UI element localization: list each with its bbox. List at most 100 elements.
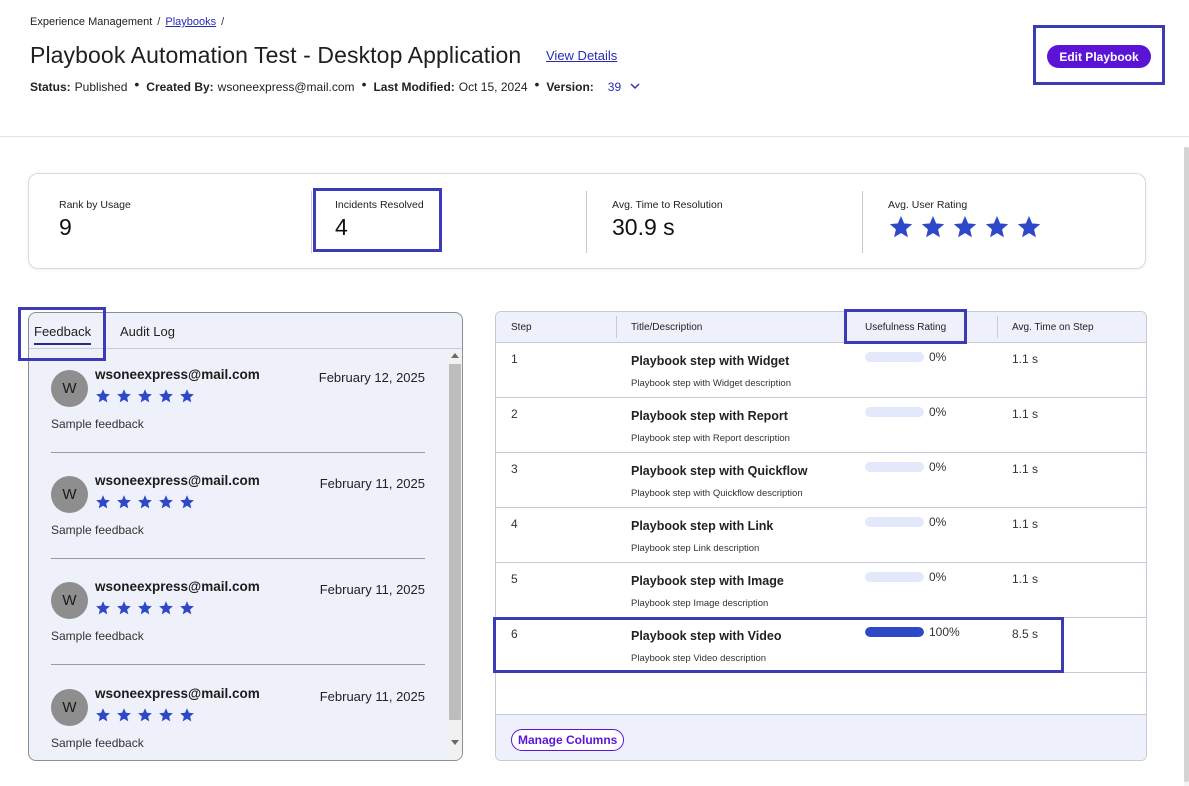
star-icon bbox=[180, 708, 194, 722]
steps-table-footer: Manage Columns bbox=[496, 714, 1146, 760]
step-description: Playbook step Link description bbox=[631, 543, 760, 554]
star-icon bbox=[96, 601, 110, 615]
playbook-meta: Status: Published • Created By: wsoneexp… bbox=[30, 76, 641, 94]
star-icon bbox=[117, 708, 131, 722]
video-step-highlight bbox=[493, 617, 1064, 673]
usefulness-percent: 0% bbox=[929, 350, 947, 364]
usefulness-bar bbox=[865, 572, 924, 582]
breadcrumb-root: Experience Management bbox=[30, 16, 153, 28]
edit-playbook-button[interactable]: Edit Playbook bbox=[1047, 45, 1151, 68]
usefulness-percent: 0% bbox=[929, 460, 947, 474]
step-number: 4 bbox=[511, 517, 518, 531]
page-header: Experience Management / Playbooks / Playboo… bbox=[0, 0, 1189, 137]
feedback-date: February 11, 2025 bbox=[319, 582, 425, 597]
table-row[interactable]: 3 Playbook step with Quickflow Playbook st… bbox=[496, 453, 1146, 508]
star-icon bbox=[180, 389, 194, 403]
stat-divider bbox=[862, 191, 863, 253]
created-by-label: Created By: bbox=[146, 80, 214, 94]
feedback-date: February 12, 2025 bbox=[318, 370, 425, 385]
steps-table: Step Title/Description Usefulness Rating… bbox=[495, 311, 1147, 761]
usefulness-bar bbox=[865, 517, 924, 527]
stat-divider bbox=[311, 191, 312, 253]
version-label: Version: bbox=[546, 80, 594, 94]
stat-value: 9 bbox=[59, 214, 72, 240]
stat-divider bbox=[586, 191, 587, 253]
step-number: 3 bbox=[511, 462, 518, 476]
star-icon bbox=[138, 495, 152, 509]
feedback-author: wsoneexpress@mail.com bbox=[95, 367, 260, 382]
tab-audit-log[interactable]: Audit Log bbox=[120, 324, 175, 339]
table-row[interactable]: 4 Playbook step with Link Playbook step Li… bbox=[496, 508, 1146, 563]
star-icon bbox=[138, 389, 152, 403]
page-scrollbar-thumb[interactable] bbox=[1184, 147, 1189, 782]
step-description: Playbook step with Quickflow description bbox=[631, 488, 803, 499]
column-divider bbox=[616, 316, 617, 338]
feedback-author: wsoneexpress@mail.com bbox=[95, 686, 260, 701]
step-number: 5 bbox=[511, 572, 518, 586]
manage-columns-button[interactable]: Manage Columns bbox=[511, 729, 625, 751]
feedback-list[interactable]: Wwsoneexpress@mail.com February 12, 2025 S… bbox=[29, 350, 447, 760]
step-title: Playbook step with Report bbox=[631, 409, 788, 423]
table-row[interactable]: 2 Playbook step with Report Playbook step … bbox=[496, 398, 1146, 453]
star-icon bbox=[96, 495, 110, 509]
stat-value: 30.9 s bbox=[612, 214, 675, 240]
step-title: Playbook step with Quickflow bbox=[631, 464, 808, 478]
feedback-text: Sample feedback bbox=[51, 417, 144, 431]
feedback-author: wsoneexpress@mail.com bbox=[95, 579, 260, 594]
feedback-panel: Feedback Audit Log Wwsoneexpress@mail.co… bbox=[28, 312, 463, 761]
star-icon bbox=[985, 215, 1009, 238]
usefulness-percent: 0% bbox=[929, 570, 947, 584]
version-select[interactable]: 39 bbox=[608, 80, 641, 94]
star-icon bbox=[117, 389, 131, 403]
breadcrumb-separator: / bbox=[221, 16, 225, 28]
step-title: Playbook step with Image bbox=[631, 574, 784, 588]
meta-separator: • bbox=[134, 76, 140, 92]
avatar: W bbox=[51, 476, 88, 513]
star-icon bbox=[180, 601, 194, 615]
feedback-rating-stars bbox=[95, 494, 195, 510]
feedback-rating-stars bbox=[95, 707, 195, 723]
stat-label: Avg. Time to Resolution bbox=[612, 199, 723, 211]
usefulness-bar bbox=[865, 407, 924, 417]
column-header-avg-time: Avg. Time on Step bbox=[1012, 322, 1094, 333]
feedback-divider bbox=[51, 664, 425, 665]
step-number: 2 bbox=[511, 407, 518, 421]
feedback-item: Wwsoneexpress@mail.com February 11, 2025 S… bbox=[51, 579, 425, 688]
feedback-date: February 11, 2025 bbox=[319, 689, 425, 704]
star-icon bbox=[921, 215, 945, 238]
avatar: W bbox=[51, 370, 88, 407]
star-icon bbox=[1017, 215, 1041, 238]
star-icon bbox=[159, 389, 173, 403]
scroll-up-icon[interactable] bbox=[451, 353, 459, 358]
meta-separator: • bbox=[534, 76, 540, 92]
feedback-text: Sample feedback bbox=[51, 629, 144, 643]
feedback-text: Sample feedback bbox=[51, 736, 144, 750]
star-icon bbox=[159, 601, 173, 615]
feedback-divider bbox=[51, 452, 425, 453]
avg-time-on-step: 1.1 s bbox=[1012, 462, 1039, 476]
table-row[interactable]: 1 Playbook step with Widget Playbook step … bbox=[496, 343, 1146, 398]
table-row[interactable]: 5 Playbook step with Image Playbook step I… bbox=[496, 563, 1146, 618]
breadcrumb-separator: / bbox=[157, 16, 161, 28]
step-description: Playbook step with Widget description bbox=[631, 378, 791, 389]
chevron-down-icon bbox=[630, 83, 640, 89]
page-scrollbar[interactable] bbox=[1184, 147, 1189, 786]
version-value: 39 bbox=[607, 80, 622, 94]
breadcrumb-playbooks-link[interactable]: Playbooks bbox=[165, 16, 216, 28]
scroll-down-icon[interactable] bbox=[451, 740, 459, 745]
view-details-link[interactable]: View Details bbox=[546, 48, 617, 63]
last-modified-value: Oct 15, 2024 bbox=[458, 80, 528, 94]
avatar: W bbox=[51, 689, 88, 726]
last-modified-label: Last Modified: bbox=[373, 80, 455, 94]
feedback-item: Wwsoneexpress@mail.com February 11, 2025 S… bbox=[51, 473, 425, 582]
star-icon bbox=[889, 215, 913, 238]
column-header-title: Title/Description bbox=[631, 322, 703, 333]
star-icon bbox=[953, 215, 977, 238]
feedback-scrollbar[interactable] bbox=[447, 350, 462, 760]
stat-label: Avg. User Rating bbox=[888, 199, 968, 211]
avg-time-on-step: 1.1 s bbox=[1012, 517, 1039, 531]
step-title: Playbook step with Widget bbox=[631, 354, 790, 368]
feedback-scrollbar-thumb[interactable] bbox=[449, 364, 461, 720]
feedback-author: wsoneexpress@mail.com bbox=[95, 473, 260, 488]
star-icon bbox=[159, 708, 173, 722]
